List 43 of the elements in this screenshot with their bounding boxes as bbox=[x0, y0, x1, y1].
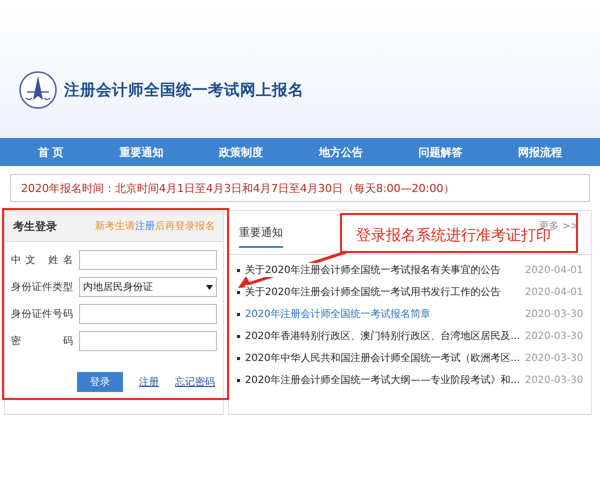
password-field[interactable] bbox=[79, 331, 217, 351]
id-type-select[interactable]: 内地居民身份证 bbox=[79, 277, 217, 297]
dropdown-caret-icon bbox=[206, 284, 213, 290]
bullet-icon bbox=[237, 312, 240, 316]
login-link[interactable]: 注册 bbox=[139, 375, 159, 389]
news-date: 2020-03-30 bbox=[525, 374, 584, 386]
bullet-icon bbox=[237, 356, 240, 360]
news-title: 重要通知 bbox=[239, 219, 283, 248]
login-link[interactable]: 忘记密码 bbox=[175, 375, 215, 389]
field-label: 身份证件号码 bbox=[11, 308, 73, 321]
registration-time-text: 2020年报名时间：北京时间4月1日至4月3日和4月7日至4月30日（每天8:00—20:00） bbox=[21, 180, 454, 196]
bullet-icon bbox=[237, 290, 240, 294]
bullet-icon bbox=[237, 378, 240, 382]
input-field[interactable] bbox=[79, 250, 217, 270]
input-field[interactable] bbox=[79, 304, 217, 324]
news-date: 2020-04-01 bbox=[525, 264, 584, 276]
register-hint: 新考生请注册后再登录报名 bbox=[95, 220, 215, 233]
news-link[interactable]: 关于2020年注册会计师全国统一考试报名有关事宜的公告 bbox=[245, 263, 500, 277]
news-link[interactable]: 关于2020年注册会计师全国统一考试用书发行工作的公告 bbox=[245, 285, 500, 299]
news-link[interactable]: 2020年中华人民共和国注册会计师全国统一考试（欧洲考区... bbox=[245, 351, 520, 365]
site-title: 注册会计师全国统一考试网上报名 bbox=[64, 80, 304, 100]
news-date: 2020-03-30 bbox=[525, 330, 584, 342]
login-title: 考生登录 bbox=[13, 218, 57, 234]
bullet-icon bbox=[237, 334, 240, 338]
bullet-icon bbox=[237, 268, 240, 272]
nav-link[interactable]: 政策制度 bbox=[219, 144, 264, 160]
nav-link[interactable]: 网报流程 bbox=[518, 144, 562, 160]
news-date: 2020-04-01 bbox=[525, 286, 584, 298]
login-button[interactable]: 登录 bbox=[77, 372, 123, 392]
register-link[interactable]: 注册 bbox=[135, 221, 155, 232]
nav-link[interactable]: 首 页 bbox=[38, 144, 64, 160]
news-date: 2020-03-30 bbox=[525, 352, 584, 364]
emblem-logo-icon bbox=[18, 70, 58, 110]
news-link[interactable]: 2020年注册会计师全国统一考试大纲——专业阶段考试》和... bbox=[245, 373, 520, 387]
news-link[interactable]: 2020年香港特别行政区、澳门特别行政区、台湾地区居民及... bbox=[245, 329, 520, 343]
nav-link[interactable]: 地方公告 bbox=[318, 144, 363, 160]
news-link[interactable]: 2020年注册会计师全国统一考试报名简章 bbox=[245, 307, 430, 321]
news-date: 2020-03-30 bbox=[525, 308, 584, 320]
field-label: 身份证件类型 bbox=[11, 280, 73, 294]
field-label: 密 码 bbox=[11, 334, 73, 348]
nav-link[interactable]: 重要通知 bbox=[119, 144, 164, 160]
nav-link[interactable]: 问题解答 bbox=[418, 144, 462, 160]
field-label: 中文 姓名 bbox=[11, 254, 73, 267]
